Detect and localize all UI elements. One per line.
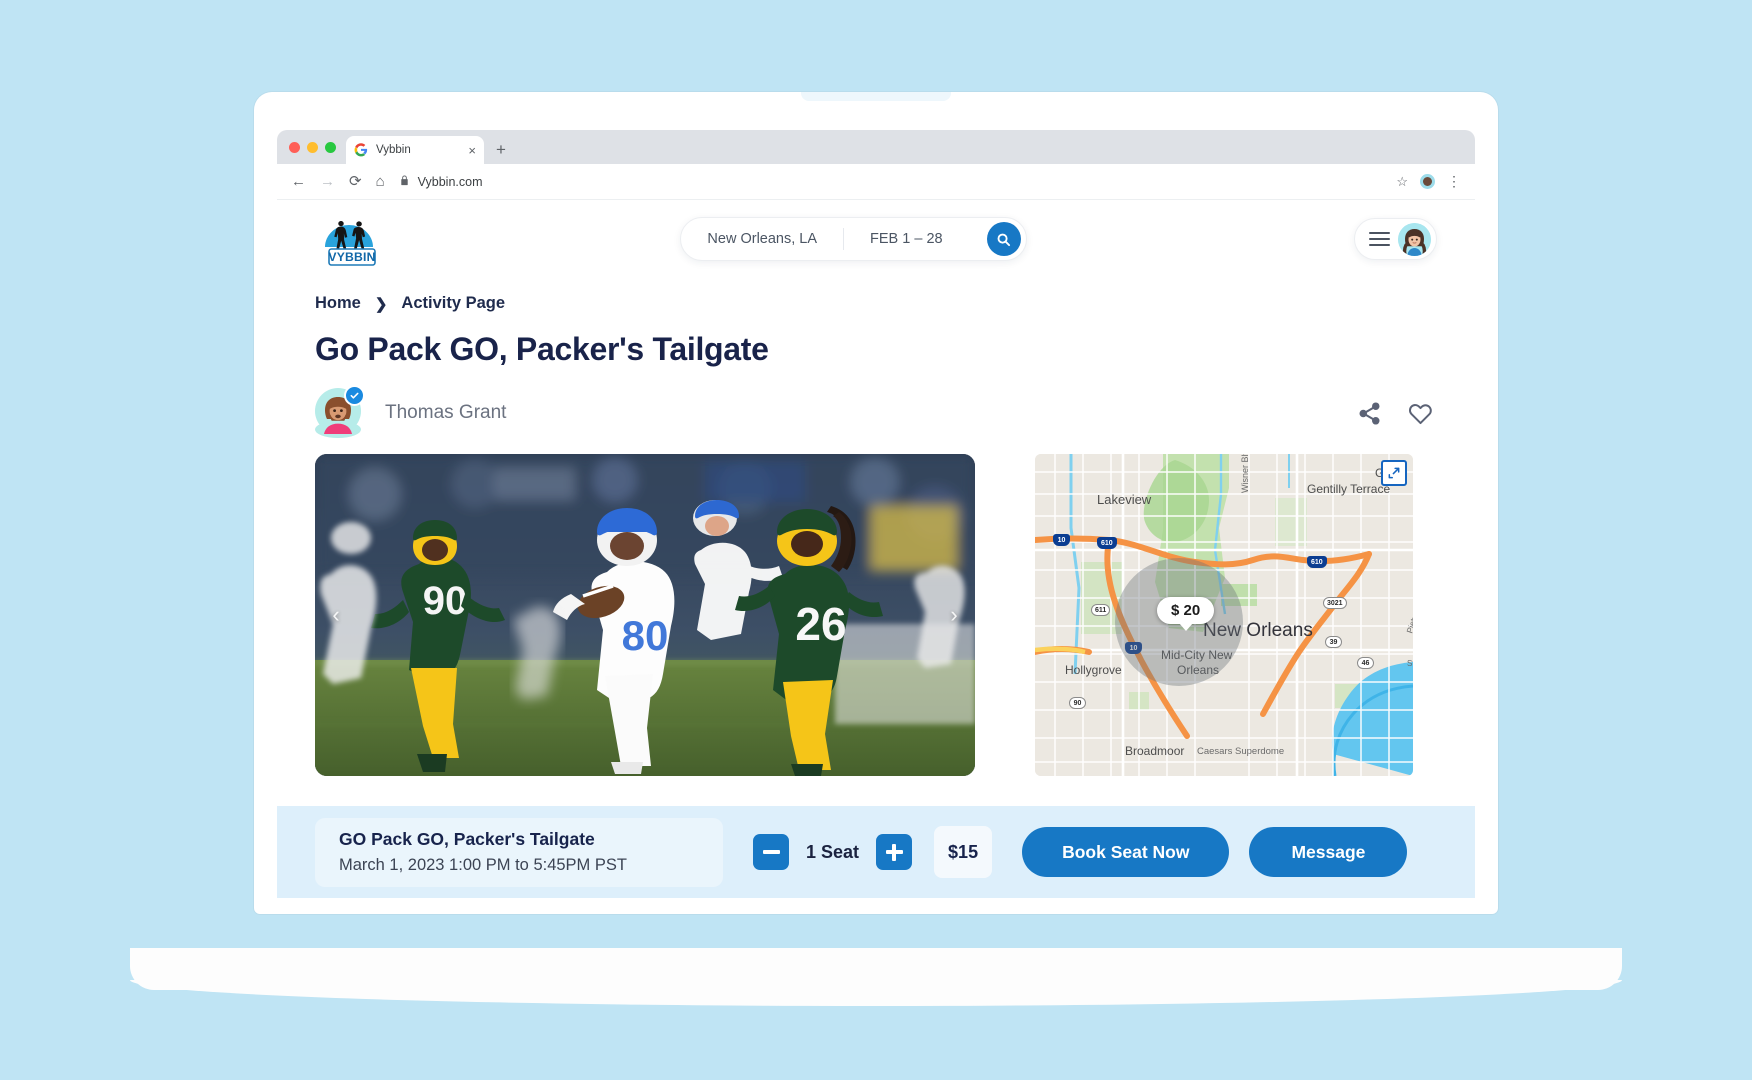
- map-route-shield: 46: [1357, 657, 1374, 669]
- search-bar[interactable]: New Orleans, LA FEB 1 – 28: [680, 217, 1027, 261]
- price-value: $15: [934, 826, 993, 878]
- author-name: Thomas Grant: [385, 402, 507, 423]
- map-label: Broadmoor: [1125, 744, 1185, 758]
- browser-profile-avatar[interactable]: [1420, 174, 1435, 189]
- browser-tabstrip: Vybbin × +: [277, 130, 1475, 164]
- page-content: Home ❯ Activity Page Go Pack GO, Packer'…: [277, 294, 1475, 776]
- map-label: Gentilly Terrace: [1307, 482, 1391, 496]
- minimize-window-button[interactable]: [307, 141, 318, 153]
- author-avatar-wrap[interactable]: [315, 384, 365, 439]
- author-avatar[interactable]: [315, 387, 361, 438]
- map-label: Wisner Blvd: [1240, 454, 1251, 494]
- close-tab-button[interactable]: ×: [468, 144, 476, 157]
- verified-badge-icon: [344, 384, 365, 406]
- message-button[interactable]: Message: [1249, 827, 1408, 877]
- vybbin-logo[interactable]: VYBBIN: [315, 211, 389, 267]
- map-route-shield: 610: [1307, 556, 1327, 568]
- increase-seats-button[interactable]: [876, 834, 913, 870]
- map-route-shield: 90: [1069, 697, 1086, 709]
- expand-icon: [1388, 467, 1400, 479]
- booking-bar: GO Pack GO, Packer's Tailgate March 1, 2…: [277, 806, 1475, 898]
- seat-stepper: 1 Seat: [753, 834, 913, 870]
- media-row: 90 80 26 ‹ › Lakeview Gentilly Terrace W…: [315, 454, 1437, 776]
- browser-toolbar: ← → ⟳ ⌂ Vybbin.com ☆ ⋮: [277, 164, 1475, 200]
- map-route-shield: 611: [1091, 604, 1111, 616]
- home-button[interactable]: ⌂: [376, 174, 385, 189]
- window-controls[interactable]: [287, 130, 346, 164]
- plus-icon: [885, 843, 903, 861]
- breadcrumb-home[interactable]: Home: [315, 294, 361, 313]
- breadcrumb: Home ❯ Activity Page: [315, 294, 1437, 313]
- reload-button[interactable]: ⟳: [349, 174, 362, 189]
- lock-icon: [399, 174, 410, 189]
- svg-text:VYBBIN: VYBBIN: [328, 250, 375, 264]
- maximize-window-button[interactable]: [325, 141, 336, 153]
- decrease-seats-button[interactable]: [753, 834, 789, 870]
- browser-window: Vybbin × + ← → ⟳ ⌂ Vybbin.com ☆ ⋮ VYBBIN…: [277, 130, 1475, 898]
- laptop-notch: [801, 92, 951, 101]
- map-route-shield: 610: [1097, 537, 1117, 549]
- booking-info: GO Pack GO, Packer's Tailgate March 1, 2…: [315, 817, 723, 887]
- map-route-shield: 39: [1325, 636, 1342, 648]
- breadcrumb-activity-page[interactable]: Activity Page: [401, 294, 505, 313]
- svg-text:80: 80: [622, 612, 669, 659]
- svg-text:90: 90: [423, 579, 468, 623]
- close-window-button[interactable]: [289, 141, 300, 153]
- football-photo: 90 80 26: [315, 454, 975, 776]
- map-price-label: $ 20: [1157, 597, 1215, 624]
- bookmark-star-icon[interactable]: ☆: [1396, 174, 1408, 190]
- new-tab-button[interactable]: +: [496, 140, 506, 160]
- page-title: Go Pack GO, Packer's Tailgate: [315, 331, 769, 367]
- map-price-marker[interactable]: $ 20: [1115, 558, 1243, 686]
- search-icon: [997, 233, 1011, 246]
- url-text: Vybbin.com: [417, 174, 483, 189]
- search-location-field[interactable]: New Orleans, LA: [681, 218, 843, 260]
- seat-count: 1 Seat: [806, 841, 860, 862]
- location-map[interactable]: LakeviewGentilly TerraceGeWisner BlvdNew…: [1035, 454, 1413, 776]
- profile-menu-button[interactable]: [1354, 218, 1437, 260]
- chevron-right-icon: ❯: [374, 295, 388, 313]
- book-seat-now-button[interactable]: Book Seat Now: [1022, 827, 1230, 877]
- back-button[interactable]: ←: [291, 174, 306, 189]
- browser-tab[interactable]: Vybbin ×: [346, 136, 484, 164]
- heart-icon[interactable]: [1408, 401, 1433, 426]
- map-route-shield: 3021: [1323, 597, 1347, 609]
- event-photo[interactable]: 90 80 26 ‹ ›: [315, 454, 975, 776]
- hamburger-icon[interactable]: [1369, 231, 1390, 247]
- map-label: Hollygrove: [1065, 663, 1122, 677]
- author-row: Thomas Grant: [315, 384, 1437, 439]
- map-route-shield: 10: [1053, 534, 1070, 546]
- user-avatar[interactable]: [1398, 222, 1431, 256]
- booking-title: GO Pack GO, Packer's Tailgate: [339, 828, 595, 849]
- carousel-next-button[interactable]: ›: [943, 604, 965, 626]
- map-label: Lakeview: [1097, 492, 1152, 507]
- svg-text:26: 26: [795, 598, 846, 650]
- booking-datetime: March 1, 2023 1:00 PM to 5:45PM PST: [339, 855, 627, 874]
- minus-icon: [762, 850, 780, 854]
- map-label: St: [1407, 659, 1413, 668]
- search-dates-field[interactable]: FEB 1 – 28: [844, 218, 969, 260]
- browser-menu-icon[interactable]: ⋮: [1447, 174, 1461, 189]
- author-actions: [1357, 401, 1437, 426]
- search-button[interactable]: [986, 222, 1021, 256]
- address-bar[interactable]: Vybbin.com: [399, 175, 1383, 189]
- forward-button[interactable]: →: [320, 174, 335, 189]
- carousel-prev-button[interactable]: ‹: [325, 604, 347, 626]
- site-header: VYBBIN New Orleans, LA FEB 1 – 28: [277, 200, 1475, 278]
- site-content: VYBBIN New Orleans, LA FEB 1 – 28 Home ❯…: [277, 200, 1475, 898]
- map-label: Caesars Superdome: [1197, 746, 1285, 757]
- share-icon[interactable]: [1357, 401, 1382, 426]
- tab-title: Vybbin: [376, 144, 411, 156]
- toolbar-actions: ☆ ⋮: [1396, 174, 1461, 190]
- google-icon: [354, 143, 368, 157]
- map-expand-button[interactable]: [1381, 460, 1407, 486]
- laptop-base: [130, 948, 1622, 1006]
